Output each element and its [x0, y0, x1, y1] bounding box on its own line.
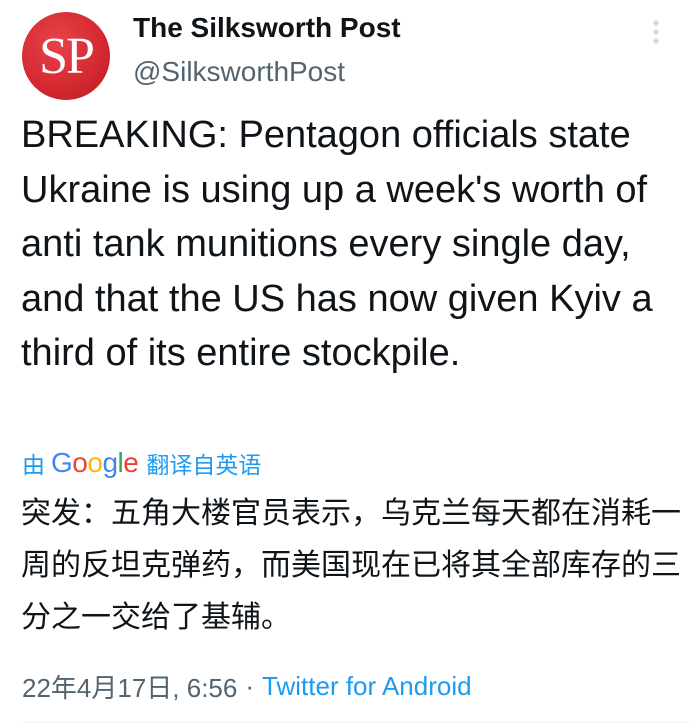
- tweet: SP The Silksworth Post @SilksworthPost B…: [0, 0, 690, 727]
- google-logo-letter-g: G: [51, 447, 73, 478]
- avatar[interactable]: SP: [22, 12, 110, 100]
- translated-from-label: 翻译自英语: [146, 453, 262, 479]
- google-logo-letter-g2: g: [102, 447, 118, 478]
- more-options-button[interactable]: [640, 14, 672, 50]
- tweet-text: BREAKING: Pentagon officials state Ukrai…: [21, 114, 653, 374]
- translated-by-google-link[interactable]: 由 Google 翻译自英语: [22, 445, 261, 481]
- meta-separator: ·: [245, 671, 255, 701]
- google-logo: Google: [51, 447, 139, 479]
- tweet-meta: 22年4月17日, 6:56 · Twitter for Android: [22, 668, 472, 705]
- google-logo-letter-e: e: [123, 447, 139, 478]
- avatar-logo-text: SP: [39, 28, 95, 85]
- translated-by-label: 由: [22, 453, 45, 479]
- google-logo-letter-o2: o: [87, 447, 103, 478]
- translated-tweet-text: 突发：五角大楼官员表示，乌克兰每天都在消耗一周的反坦克弹药，而美国现在已将其全部…: [21, 496, 681, 635]
- google-logo-letter-o1: o: [72, 447, 88, 478]
- tweet-source-link[interactable]: Twitter for Android: [262, 671, 472, 702]
- user-handle[interactable]: @SilksworthPost: [133, 56, 345, 88]
- divider: [22, 722, 690, 723]
- more-vertical-icon: [653, 20, 659, 44]
- tweet-timestamp[interactable]: 22年4月17日, 6:56: [22, 668, 237, 705]
- display-name[interactable]: The Silksworth Post: [133, 12, 401, 44]
